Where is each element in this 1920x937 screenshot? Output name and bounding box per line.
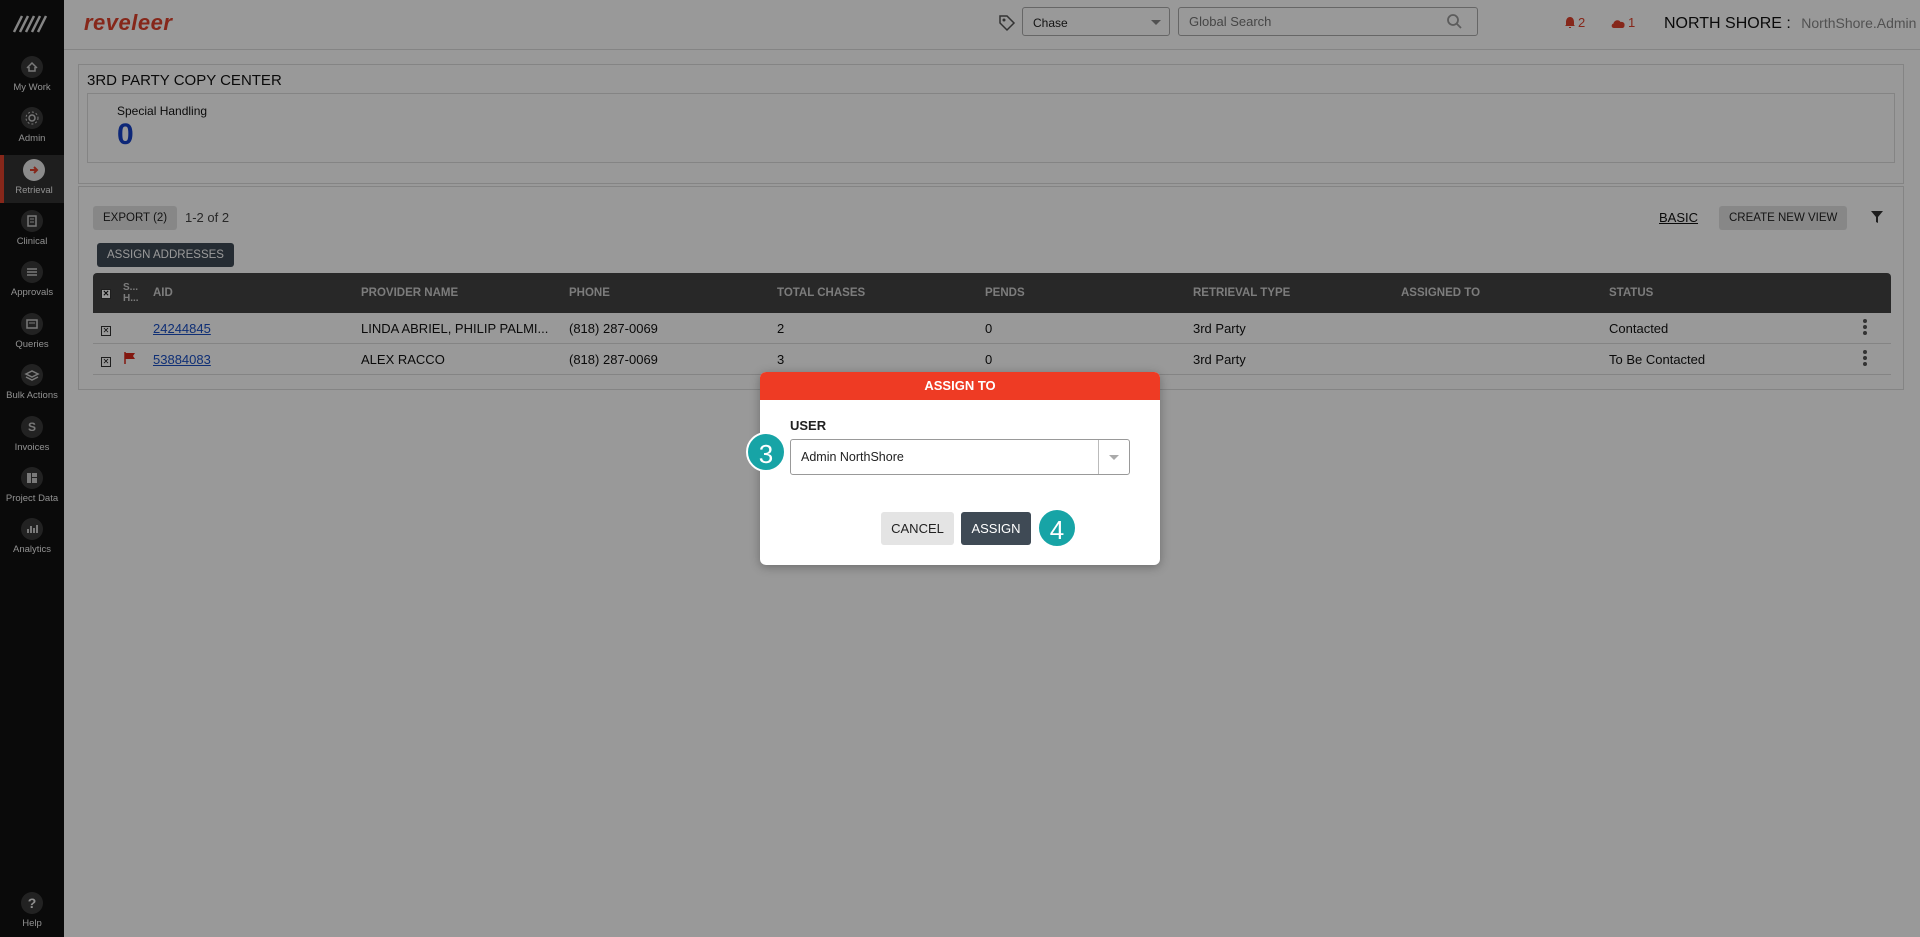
assign-to-modal: ASSIGN TO USER Admin NorthShore CANCEL A… (760, 372, 1160, 565)
modal-title: ASSIGN TO (760, 372, 1160, 400)
step-badge-4: 4 (1037, 508, 1077, 548)
assign-button[interactable]: ASSIGN (961, 512, 1031, 545)
cancel-button[interactable]: CANCEL (881, 512, 954, 545)
user-select[interactable]: Admin NorthShore (790, 439, 1130, 475)
chevron-down-icon[interactable] (1109, 455, 1119, 460)
select-divider (1098, 440, 1099, 474)
user-select-value: Admin NorthShore (801, 450, 904, 464)
user-label: USER (790, 418, 827, 433)
step-badge-3: 3 (746, 432, 786, 472)
